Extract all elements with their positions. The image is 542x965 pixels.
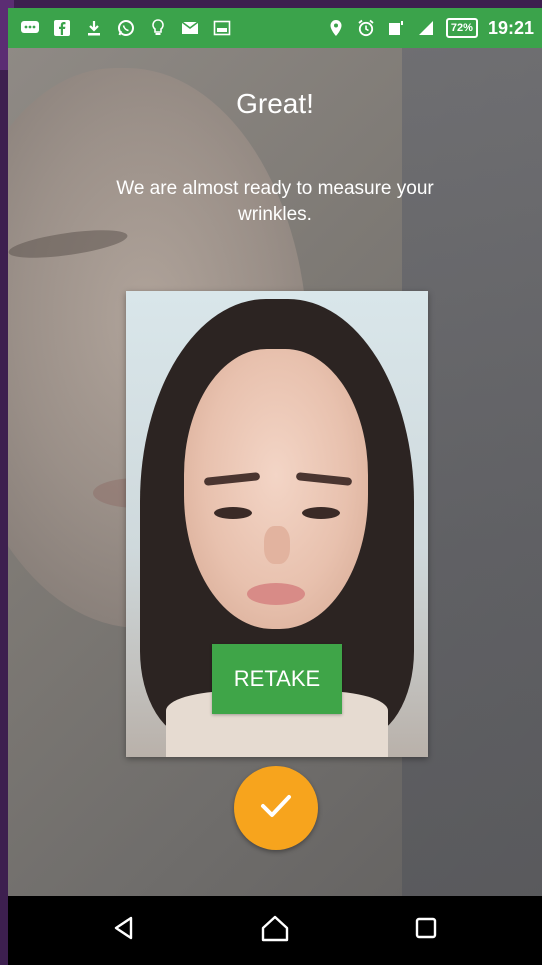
check-icon (259, 793, 293, 824)
notification-icons (20, 18, 232, 38)
status-bar: 72% 19:21 (8, 8, 542, 48)
gmail-icon (180, 18, 200, 38)
right-eye (302, 507, 340, 519)
whatsapp-icon (116, 18, 136, 38)
left-eye (214, 507, 252, 519)
instruction-text: We are almost ready to measure your wrin… (116, 178, 434, 225)
download-icon (84, 18, 104, 38)
camera-preview-screen: Great! We are almost ready to measure yo… (8, 48, 542, 896)
location-icon (326, 18, 346, 38)
clock: 19:21 (487, 17, 534, 38)
system-icons: 72% 19:21 (326, 18, 534, 39)
retake-button[interactable]: RETAKE (212, 644, 342, 714)
navigation-bar (8, 896, 542, 965)
home-icon (260, 914, 290, 947)
facebook-icon (52, 18, 72, 38)
signal-icon (416, 18, 436, 38)
back-button[interactable] (104, 911, 144, 951)
lightbulb-icon (148, 18, 168, 38)
recents-square-icon (414, 916, 438, 945)
phone-screen: 72% 19:21 Great! We are almost ready to … (0, 0, 542, 965)
data-icon (386, 18, 406, 38)
image-icon (212, 18, 232, 38)
lips (247, 583, 305, 605)
confirm-button[interactable] (234, 766, 318, 850)
back-triangle-icon (111, 915, 137, 946)
page-title: Great! (236, 88, 314, 119)
nose (264, 526, 290, 564)
home-button[interactable] (255, 911, 295, 951)
messages-icon (20, 18, 40, 38)
battery-indicator: 72% (445, 18, 478, 38)
recents-button[interactable] (406, 911, 446, 951)
alarm-icon (356, 18, 376, 38)
